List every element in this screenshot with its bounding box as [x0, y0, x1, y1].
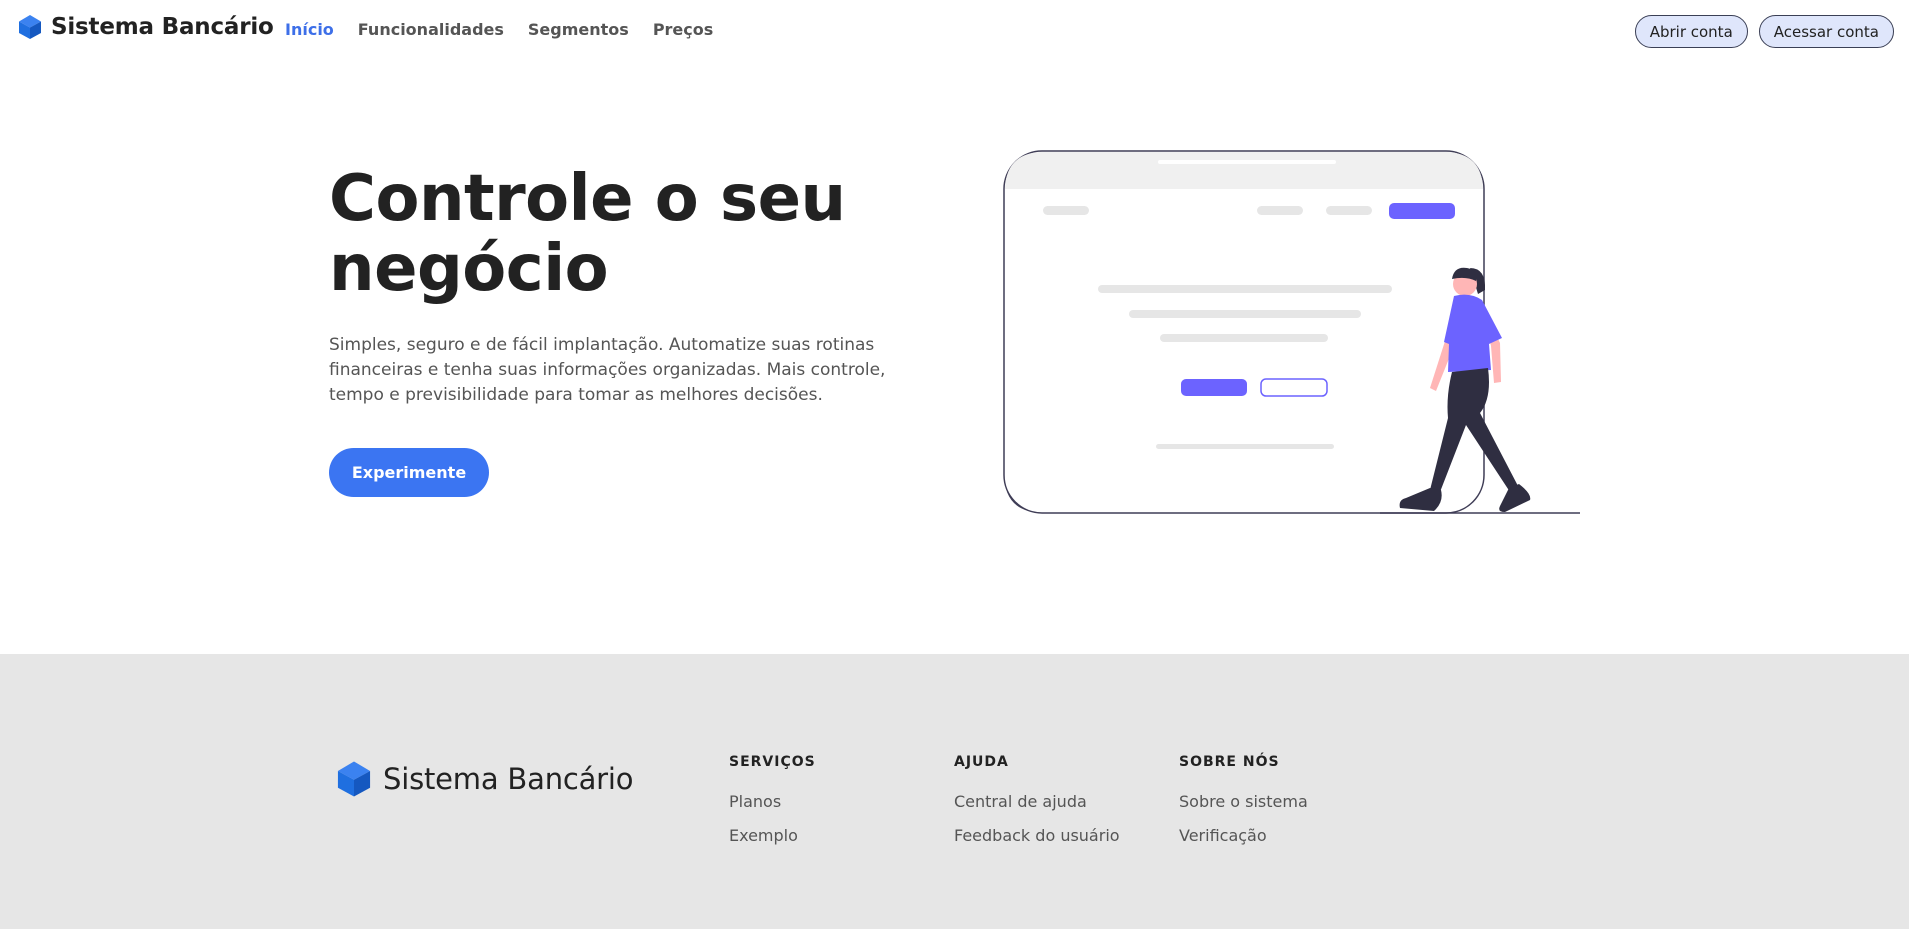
hero-title-line-1: Controle o seu [329, 162, 846, 236]
footer-link-planos[interactable]: Planos [729, 792, 816, 811]
nav-item-funcionalidades[interactable]: Funcionalidades [358, 20, 504, 39]
brand-name: Sistema Bancário [51, 14, 274, 40]
nav-item-inicio[interactable]: Início [285, 20, 334, 39]
footer-brand-name: Sistema Bancário [383, 762, 634, 796]
cube-icon [19, 15, 41, 39]
hero-description: Simples, seguro e de fácil implantação. … [329, 335, 886, 405]
cube-icon [337, 761, 371, 797]
footer-link-verificacao[interactable]: Verificação [1179, 826, 1308, 845]
main-nav: Início Funcionalidades Segmentos Preços [285, 20, 713, 39]
site-header: Sistema Bancário Início Funcionalidades … [0, 0, 1909, 62]
open-account-button[interactable]: Abrir conta [1634, 15, 1748, 48]
hero-illustration [1003, 150, 1580, 514]
header-actions: Abrir conta Acessar conta [1634, 15, 1894, 48]
try-it-button[interactable]: Experimente [329, 448, 489, 497]
access-account-button[interactable]: Acessar conta [1758, 15, 1894, 48]
hero-title-line-2: negócio [329, 232, 609, 306]
footer-link-sobre-o-sistema[interactable]: Sobre o sistema [1179, 792, 1308, 811]
footer-brand[interactable]: Sistema Bancário [335, 760, 634, 798]
footer-heading: SERVIÇOS [729, 754, 816, 770]
hero-title: Controle o seu negócio [329, 164, 889, 304]
footer-column-servicos: SERVIÇOS Planos Exemplo [729, 754, 816, 845]
footer-link-feedback[interactable]: Feedback do usuário [954, 826, 1120, 845]
site-footer: Sistema Bancário SERVIÇOS Planos Exemplo… [0, 654, 1909, 929]
footer-column-sobre-nos: SOBRE NÓS Sobre o sistema Verificação [1179, 754, 1308, 845]
footer-heading: SOBRE NÓS [1179, 754, 1280, 770]
footer-column-ajuda: AJUDA Central de ajuda Feedback do usuár… [954, 754, 1120, 845]
footer-link-exemplo[interactable]: Exemplo [729, 826, 816, 845]
footer-link-central-de-ajuda[interactable]: Central de ajuda [954, 792, 1120, 811]
nav-item-segmentos[interactable]: Segmentos [528, 20, 629, 39]
footer-heading: AJUDA [954, 754, 1009, 770]
browser-topbar [1005, 152, 1483, 189]
nav-item-precos[interactable]: Preços [653, 20, 713, 39]
brand-logo[interactable]: Sistema Bancário [17, 14, 274, 40]
